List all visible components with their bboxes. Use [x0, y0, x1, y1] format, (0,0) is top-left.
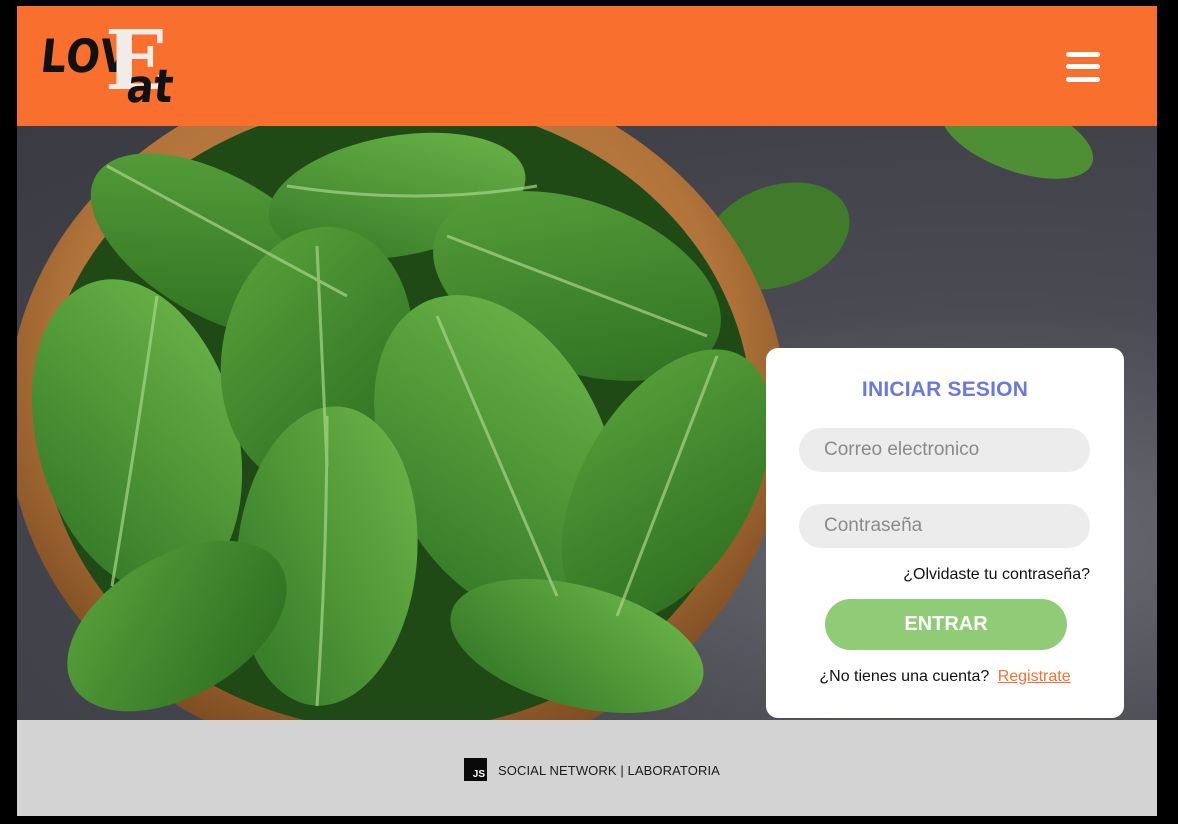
signup-prompt: ¿No tienes una cuenta? Registrate [766, 668, 1124, 686]
js-logo-icon: JS [464, 758, 487, 781]
login-card: INICIAR SESION ¿Olvidaste tu contraseña?… [766, 348, 1124, 718]
enter-button[interactable]: ENTRAR [825, 599, 1067, 650]
footer-text: SOCIAL NETWORK | LABORATORIA [498, 763, 720, 778]
login-title: INICIAR SESION [861, 378, 1029, 401]
top-header: LOV E at [17, 6, 1157, 126]
loveat-logo[interactable]: LOV E at [38, 20, 179, 114]
register-link[interactable]: Registrate [998, 668, 1071, 685]
js-badge-text: JS [472, 769, 485, 780]
forgot-password-link[interactable]: ¿Olvidaste tu contraseña? [903, 566, 1090, 584]
no-account-text: ¿No tienes una cuenta? [819, 668, 990, 685]
app-frame: LOV E at INICIAR SESION Correo electroni… [17, 6, 1157, 816]
password-field[interactable] [799, 504, 1090, 548]
logo-text-at: at [124, 60, 176, 114]
hero-background-image: INICIAR SESION ¿Olvidaste tu contraseña?… [17, 126, 1157, 720]
page-footer: JS SOCIAL NETWORK | LABORATORIA [17, 720, 1157, 816]
email-field[interactable] [799, 428, 1090, 472]
hamburger-menu-icon[interactable] [1063, 50, 1103, 84]
